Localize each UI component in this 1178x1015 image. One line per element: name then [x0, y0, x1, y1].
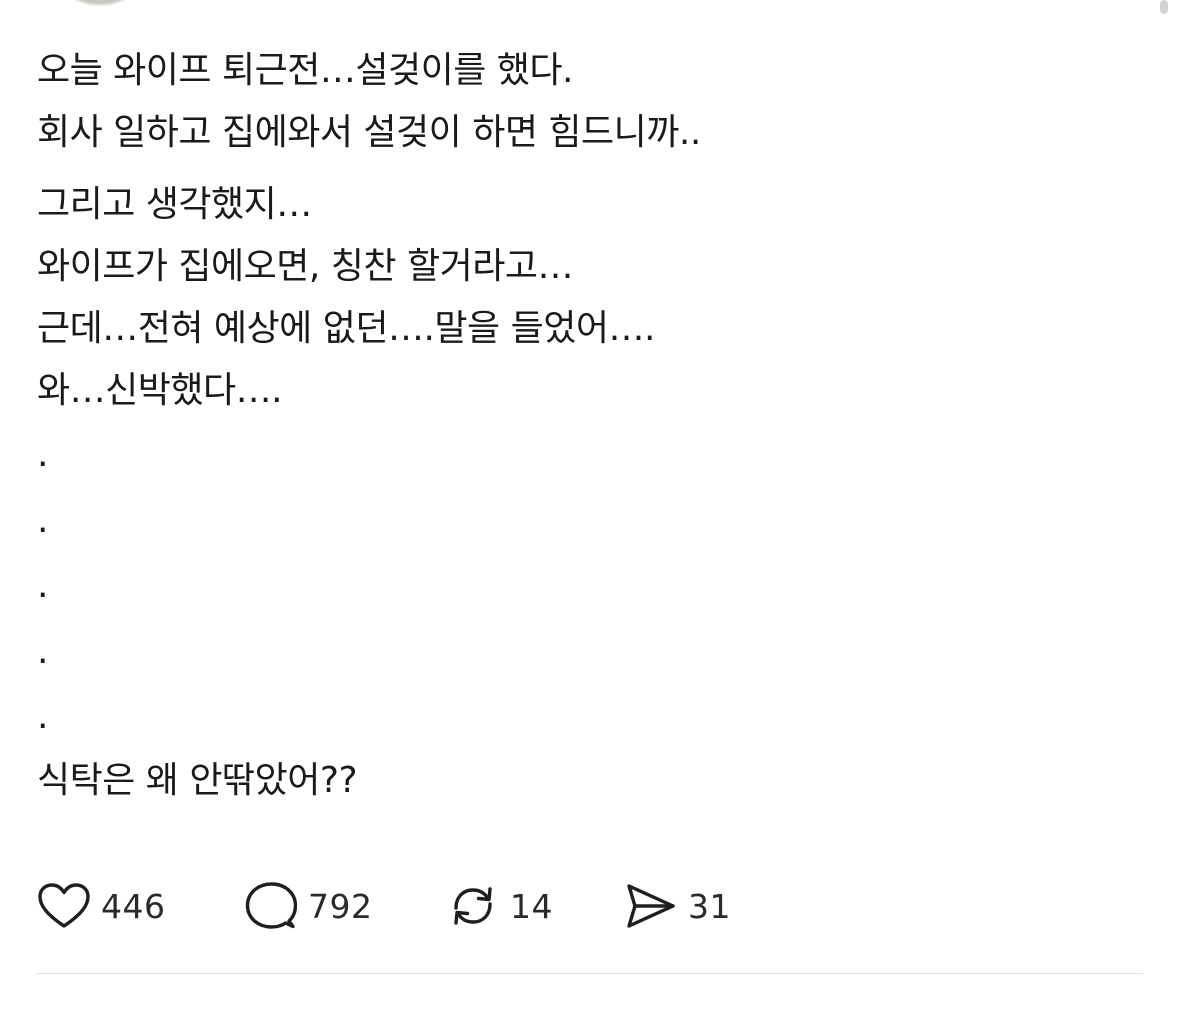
thread-post-view: 오늘 와이프 퇴근전…설겆이를 했다. 회사 일하고 집에와서 설겆이 하면 힘… [0, 0, 1178, 1015]
send-icon [624, 879, 678, 933]
post-body: 오늘 와이프 퇴근전…설겆이를 했다. 회사 일하고 집에와서 설겆이 하면 힘… [37, 40, 1138, 812]
share-button[interactable]: 31 [624, 879, 731, 933]
post-text-line: 와이프가 집에오면, 칭찬 할거라고… [37, 246, 573, 287]
repost-button[interactable]: 14 [446, 879, 624, 933]
post-divider [36, 973, 1143, 974]
comment-bubble-icon [244, 879, 298, 933]
post-text-line: 회사 일하고 집에와서 설겆이 하면 힘드니까.. [37, 112, 701, 153]
post-dot-line: . [37, 499, 49, 541]
like-button[interactable]: 446 [37, 879, 244, 933]
heart-icon [37, 879, 91, 933]
post-dot-line: . [37, 565, 49, 606]
repost-count: 14 [510, 886, 553, 926]
post-dot-line: . [37, 696, 49, 737]
post-text-line: 와…신박했다…. [37, 370, 283, 411]
post-actions-bar: 446 792 14 31 [37, 876, 731, 936]
repost-icon [446, 879, 500, 933]
share-count: 31 [688, 886, 731, 926]
comment-count: 792 [308, 886, 373, 926]
post-dot-line: . [37, 434, 49, 475]
scrollbar[interactable] [1160, 0, 1168, 14]
post-text-line: 오늘 와이프 퇴근전…설겆이를 했다. [37, 50, 573, 91]
like-count: 446 [101, 886, 166, 926]
avatar[interactable] [60, 0, 140, 6]
comment-button[interactable]: 792 [244, 879, 446, 933]
post-text-line-final: 식탁은 왜 안딲았어?? [37, 759, 358, 801]
post-text-line: 그리고 생각했지… [37, 184, 312, 225]
post-text-line: 근데…전혀 예상에 없던….말을 들었어…. [37, 308, 655, 349]
post-dot-line: . [37, 630, 49, 672]
